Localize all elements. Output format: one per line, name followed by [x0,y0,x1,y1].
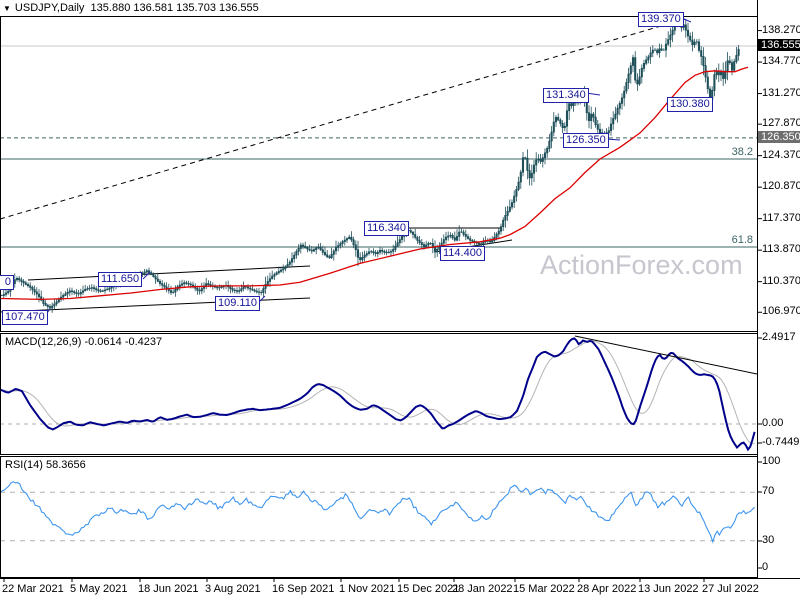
price-annotation-label[interactable]: 116.340 [364,221,409,236]
symbol-period-label: USDJPY,Daily [14,2,85,14]
price-annotation-label[interactable]: 126.350 [563,133,609,148]
price-annotation-label[interactable]: 0 [0,275,14,290]
price-annotation-label[interactable]: 131.340 [543,88,589,103]
rsi-indicator-label: RSI(14) 58.3656 [5,459,86,471]
price-annotation-label[interactable]: 114.400 [440,246,485,261]
ohlc-values: 135.880 136.581 135.703 136.555 [90,2,259,14]
price-annotation-label[interactable]: 111.650 [98,272,143,287]
chart-canvas[interactable] [0,0,800,600]
price-annotation-label[interactable]: 130.380 [667,97,713,112]
collapse-triangle-icon[interactable]: ▼ [3,4,11,13]
macd-indicator-label: MACD(12,26,9) -0.0614 -0.4237 [5,336,163,348]
price-annotation-label[interactable]: 109.110 [215,296,260,311]
chart-title: ▼ USDJPY,Daily 135.880 136.581 135.703 13… [3,2,259,14]
price-annotation-label[interactable]: 139.370 [638,12,684,27]
chart-window: { "window": { "title_symbol": "USDJPY,Da… [0,0,800,600]
price-annotation-label[interactable]: 107.470 [2,310,48,325]
